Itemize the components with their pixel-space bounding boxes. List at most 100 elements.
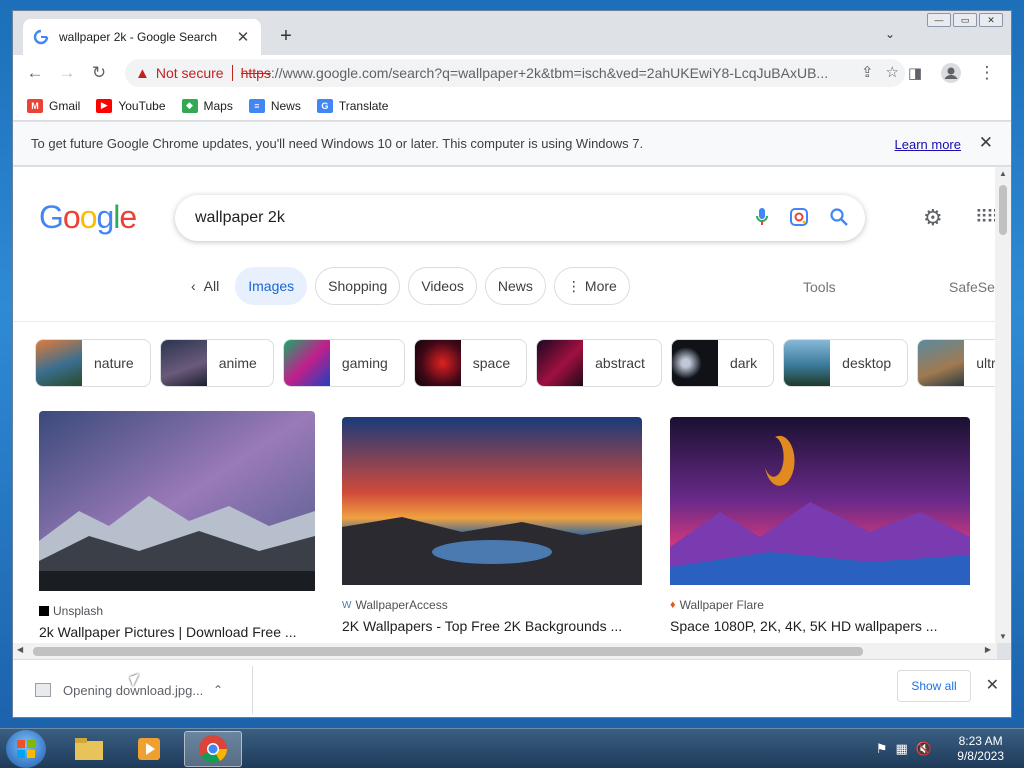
result-title[interactable]: 2K Wallpapers - Top Free 2K Backgrounds … <box>342 618 642 634</box>
related-chip-abstract[interactable]: abstract <box>536 339 662 387</box>
settings-gear-icon[interactable]: ⚙ <box>923 205 943 231</box>
scroll-right-arrow-icon[interactable]: ▶ <box>985 645 991 654</box>
side-panel-icon[interactable]: ◨ <box>901 59 929 87</box>
bookmark-youtube[interactable]: ▶ YouTube <box>96 98 166 113</box>
youtube-icon: ▶ <box>96 98 113 113</box>
result-image[interactable] <box>342 417 642 588</box>
chip-label: abstract <box>595 355 645 371</box>
filter-label: Shopping <box>328 278 388 294</box>
bookmark-label: Gmail <box>49 98 81 113</box>
google-lens-icon[interactable] <box>789 207 809 227</box>
taskbar-chrome[interactable] <box>184 731 242 767</box>
reload-icon[interactable]: ↻ <box>85 59 113 87</box>
new-tab-button[interactable]: + <box>275 25 297 47</box>
filter-shopping[interactable]: Shopping <box>315 267 401 305</box>
minimize-button[interactable]: — <box>927 13 951 27</box>
close-window-button[interactable]: ✕ <box>979 13 1003 27</box>
taskbar-clock[interactable]: 8:23 AM 9/8/2023 <box>957 734 1004 764</box>
address-separator <box>231 65 233 81</box>
result-source: Unsplash <box>53 604 104 618</box>
search-icon[interactable] <box>829 207 849 227</box>
scroll-up-arrow-icon[interactable]: ▲ <box>999 169 1007 178</box>
vertical-scrollbar[interactable]: ▲ ▼ <box>995 167 1011 643</box>
update-infobar: To get future Google Chrome updates, you… <box>13 122 1011 166</box>
related-chip-ultra[interactable]: ultra <box>917 339 997 387</box>
related-chip-gaming[interactable]: gaming <box>282 339 405 387</box>
chip-thumbnail <box>414 340 461 386</box>
maximize-button[interactable]: ▭ <box>953 13 977 27</box>
filter-label: News <box>497 278 533 294</box>
result-image[interactable] <box>670 417 970 588</box>
chrome-menu-icon[interactable]: ⋮ <box>973 59 1001 87</box>
address-bar[interactable]: ▲ Not secure https://www.google.com/sear… <box>125 59 905 87</box>
bookmark-maps[interactable]: ◆ Maps <box>181 98 233 113</box>
download-shelf-close-icon[interactable]: ✕ <box>986 675 999 695</box>
related-chip-anime[interactable]: anime <box>159 339 274 387</box>
bookmark-gmail[interactable]: M Gmail <box>27 98 81 113</box>
chip-thumbnail <box>671 340 718 386</box>
horizontal-scrollbar[interactable]: ◀ ▶ <box>13 643 997 659</box>
scroll-left-arrow-icon[interactable]: ◀ <box>17 645 23 654</box>
chip-thumbnail <box>160 340 207 386</box>
google-logo[interactable]: Google <box>39 199 137 236</box>
taskbar-file-explorer[interactable] <box>60 731 118 767</box>
related-chip-space[interactable]: space <box>413 339 528 387</box>
bookmark-star-icon[interactable]: ☆ <box>886 63 899 81</box>
image-result[interactable]: ♦ Wallpaper Flare Space 1080P, 2K, 4K, 5K… <box>670 417 970 634</box>
header-divider <box>13 321 997 322</box>
tab-close-icon[interactable]: ✕ <box>235 28 251 46</box>
horizontal-scroll-thumb[interactable] <box>33 647 863 656</box>
bookmark-translate[interactable]: G Translate <box>316 98 388 113</box>
forward-arrow-icon[interactable]: → <box>53 59 81 87</box>
result-image[interactable] <box>39 411 315 594</box>
filter-all[interactable]: ‹ All <box>183 267 228 305</box>
url-text[interactable]: https://www.google.com/search?q=wallpape… <box>241 65 831 81</box>
related-chip-desktop[interactable]: desktop <box>783 339 909 387</box>
scroll-down-arrow-icon[interactable]: ▼ <box>999 632 1007 641</box>
network-icon[interactable]: ▦ <box>896 741 908 757</box>
chevron-up-icon[interactable]: ⌃ <box>213 683 223 697</box>
result-title[interactable]: Space 1080P, 2K, 4K, 5K HD wallpapers ..… <box>670 618 970 634</box>
tools-button[interactable]: Tools <box>803 279 836 295</box>
chip-label: gaming <box>341 355 388 371</box>
microphone-icon[interactable] <box>755 207 769 227</box>
chrome-window: wallpaper 2k - Google Search ✕ + ⌄ — ▭ ✕… <box>12 10 1012 718</box>
infobar-close-icon[interactable]: ✕ <box>979 133 993 153</box>
chip-label: space <box>472 355 511 371</box>
filter-images[interactable]: Images <box>235 267 308 305</box>
related-chip-nature[interactable]: nature <box>35 339 151 387</box>
image-result[interactable]: Unsplash 2k Wallpaper Pictures | Downloa… <box>39 411 315 640</box>
google-apps-icon[interactable]: ⠿⠿ <box>975 207 997 228</box>
url-scheme: https <box>240 65 271 81</box>
action-center-flag-icon[interactable]: ⚑ <box>876 741 888 757</box>
volume-muted-icon[interactable]: 🔇 <box>916 741 932 757</box>
back-arrow-icon[interactable]: ← <box>21 59 49 87</box>
result-title[interactable]: 2k Wallpaper Pictures | Download Free ..… <box>39 624 315 640</box>
start-button[interactable] <box>6 730 46 768</box>
tab-google-search[interactable]: wallpaper 2k - Google Search ✕ <box>23 19 261 55</box>
learn-more-link[interactable]: Learn more <box>895 137 961 152</box>
profile-avatar-icon[interactable] <box>937 59 965 87</box>
bookmarks-bar: M Gmail ▶ YouTube ◆ Maps ≡ News G Transl… <box>13 91 1011 121</box>
filter-videos[interactable]: Videos <box>408 267 477 305</box>
warning-triangle-icon: ▲ <box>135 64 150 82</box>
result-source: WallpaperAccess <box>355 598 448 612</box>
search-input[interactable] <box>195 209 715 227</box>
share-icon[interactable]: ⇪ <box>861 63 874 81</box>
image-result[interactable]: W WallpaperAccess 2K Wallpapers - Top Fre… <box>342 417 642 634</box>
chip-label: nature <box>94 355 134 371</box>
download-shelf: Opening download.jpg... ⌃ Show all ✕ <box>13 659 1011 717</box>
bookmark-news[interactable]: ≡ News <box>248 98 301 113</box>
not-secure-label[interactable]: Not secure <box>156 65 224 81</box>
chip-label: ultra <box>976 355 997 371</box>
show-all-button[interactable]: Show all <box>897 670 971 702</box>
filter-news[interactable]: News <box>484 267 546 305</box>
chip-label: desktop <box>842 355 892 371</box>
taskbar-media-player[interactable] <box>120 731 178 767</box>
vertical-scroll-thumb[interactable] <box>999 185 1007 235</box>
tab-search-chevron-icon[interactable]: ⌄ <box>885 27 895 41</box>
chip-thumbnail <box>36 340 82 386</box>
related-chip-dark[interactable]: dark <box>670 339 775 387</box>
filter-more[interactable]: ⋮ More <box>553 267 630 305</box>
safesearch-button[interactable]: SafeSe <box>949 279 995 295</box>
